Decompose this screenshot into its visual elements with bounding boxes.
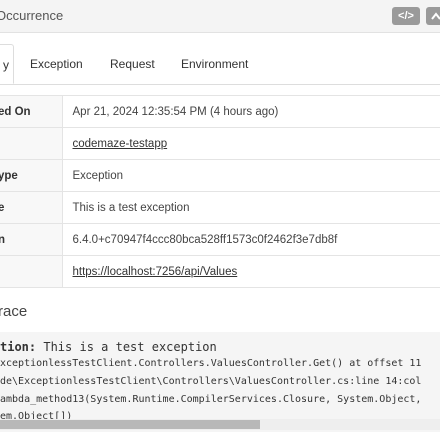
tab-request[interactable]: Request [110,44,155,84]
tab-overview[interactable]: y [0,44,14,84]
row-label-version: n [0,234,5,246]
row-value-type: Exception [62,159,440,192]
chevron-up-icon [431,12,440,20]
table-row: ed On Apr 21, 2024 12:35:54 PM (4 hours … [0,95,440,128]
stack-frame: de\ExceptionlessTestClient\Controllers\V… [0,376,422,387]
exception-message: This is a test exception [36,340,217,354]
stack-frame: xceptionlessTestClient.Controllers.Value… [0,358,422,369]
stack-trace-heading: race [0,303,28,320]
table-row: ype Exception [0,159,440,192]
page-title: Occurrence [0,8,64,23]
scrollbar-thumb[interactable] [0,420,260,429]
tab-exception[interactable]: Exception [30,44,83,84]
row-label-type: ype [0,169,18,182]
occurrence-header: Occurrence </> [0,0,440,33]
occurrence-tabs: y Exception Request Environment [0,44,440,85]
project-link[interactable]: codemaze-testapp [73,138,168,150]
header-action-button[interactable] [426,7,440,25]
row-value-version: 6.4.0+c70947f4ccc80bca528ff1573c0f2462f3… [62,223,440,256]
table-row: n 6.4.0+c70947f4ccc80bca528ff1573c0f2462… [0,223,440,256]
table-row: https://localhost:7256/api/Values [0,255,440,288]
stack-frame: ambda_method13(System.Runtime.CompilerSe… [0,394,422,405]
row-label-message: e [0,202,4,214]
table-row: e This is a test exception [0,191,440,224]
stack-trace-panel: tion: This is a test exception xceptionl… [0,332,440,432]
row-label-occurred-on: ed On [0,105,31,118]
view-json-button[interactable]: </> [392,7,420,25]
table-row: codemaze-testapp [0,127,440,160]
exception-type: tion: [0,340,37,354]
url-link[interactable]: https://localhost:7256/api/Values [73,266,238,278]
code-icon: </> [398,10,414,22]
horizontal-scrollbar[interactable] [0,419,440,430]
row-value-message: This is a test exception [62,191,440,224]
row-value-occurred-on: Apr 21, 2024 12:35:54 PM (4 hours ago) [62,95,440,128]
tab-environment[interactable]: Environment [181,44,248,84]
stack-trace-exception: tion: This is a test exception [0,340,217,354]
occurrence-details-table: ed On Apr 21, 2024 12:35:54 PM (4 hours … [0,95,440,288]
